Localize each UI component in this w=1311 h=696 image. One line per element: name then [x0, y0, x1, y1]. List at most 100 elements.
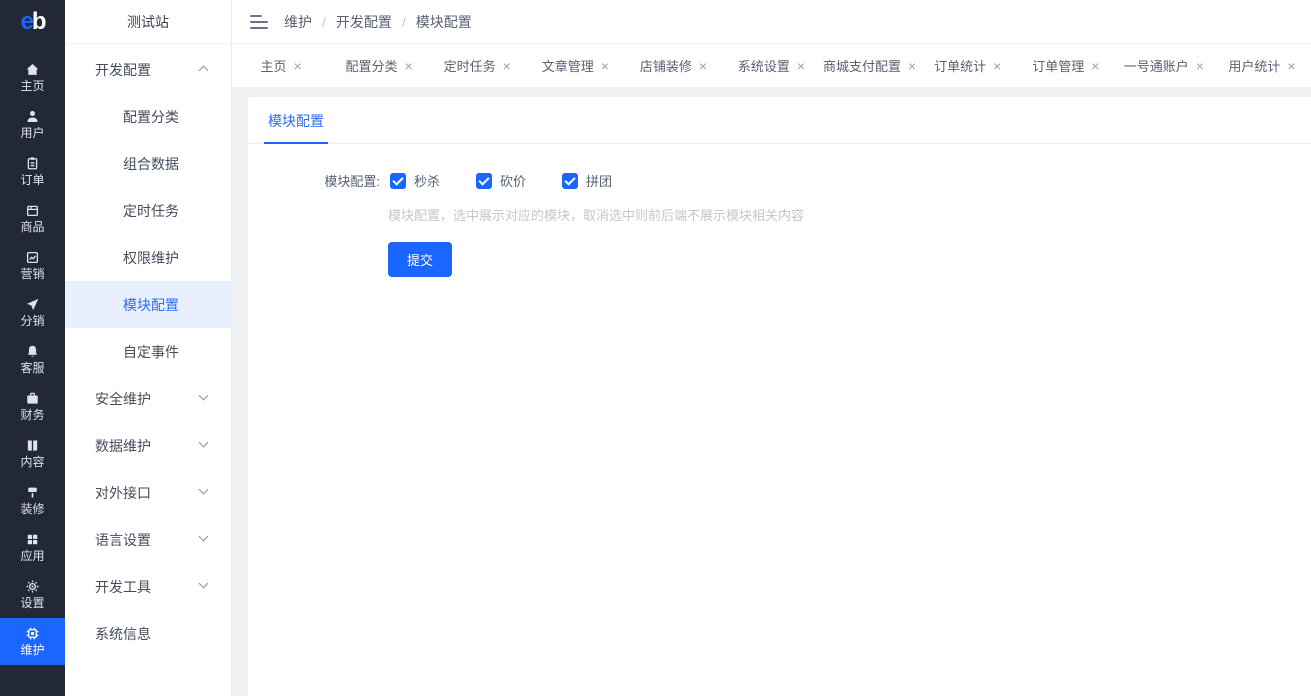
sidebar-item-language-settings[interactable]: 语言设置	[65, 516, 231, 563]
rail-item-label: 财务	[20, 408, 44, 422]
tab-module-config[interactable]: 模块配置	[264, 97, 328, 144]
rail-item-finance[interactable]: 财务	[0, 383, 65, 430]
brand-logo: eb	[0, 0, 65, 44]
submit-button[interactable]: 提交	[388, 242, 452, 277]
sidebar-item-scheduled-tasks[interactable]: 定时任务	[65, 187, 231, 234]
book-icon	[25, 438, 40, 453]
breadcrumb-item[interactable]: 开发配置	[336, 12, 392, 32]
brand-logo-e: e	[20, 8, 31, 36]
tab-scheduled-tasks[interactable]: 定时任务 ×	[428, 56, 526, 75]
close-icon[interactable]: ×	[405, 59, 413, 73]
tab-label: 系统设置	[738, 56, 790, 75]
rail-item-goods[interactable]: 商品	[0, 195, 65, 242]
sidebar-item-custom-events[interactable]: 自定事件	[65, 328, 231, 375]
rail-item-marketing[interactable]: 营销	[0, 242, 65, 289]
tab-label: 订单管理	[1032, 56, 1084, 75]
sidebar-item-label: 系统信息	[95, 624, 151, 644]
user-icon	[25, 109, 40, 124]
rail-item-settings[interactable]: 设置	[0, 571, 65, 618]
chip-icon	[25, 626, 40, 641]
rail-item-home[interactable]: 主页	[0, 54, 65, 101]
checkbox-label[interactable]: 秒杀	[414, 171, 440, 190]
tab-user-stats[interactable]: 用户统计×	[1213, 56, 1311, 75]
home-icon	[25, 62, 40, 77]
chevron-down-icon	[199, 579, 209, 589]
secondary-sidebar: 测试站 开发配置 配置分类 组合数据 定时任务 权限维护 模块配置 自定事件	[65, 0, 232, 696]
tab-order-manage[interactable]: 订单管理 ×	[1017, 56, 1115, 75]
rail-item-orders[interactable]: 订单	[0, 148, 65, 195]
rail-item-content[interactable]: 内容	[0, 430, 65, 477]
sidebar-item-security-maintain[interactable]: 安全维护	[65, 375, 231, 422]
tab-label: 商城支付配置	[823, 56, 901, 75]
collapse-menu-icon[interactable]	[250, 15, 268, 29]
gear-icon	[25, 579, 40, 594]
main-area: 维护 / 开发配置 / 模块配置 主页× 配置分类× 定时任务× 文章管理× 店…	[232, 0, 1311, 696]
tab-system-settings[interactable]: 系统设置 ×	[722, 56, 820, 75]
rail-item-label: 订单	[20, 173, 44, 187]
rail-item-label: 维护	[20, 643, 44, 657]
checkbox-checked-icon[interactable]	[562, 173, 578, 189]
sidebar-item-combined-data[interactable]: 组合数据	[65, 140, 231, 187]
rail-item-users[interactable]: 用户	[0, 101, 65, 148]
close-icon[interactable]: ×	[1091, 59, 1099, 73]
rail-item-apps[interactable]: 应用	[0, 524, 65, 571]
tab-home[interactable]: 主页×	[232, 56, 330, 75]
sidebar-item-label: 数据维护	[95, 436, 151, 456]
form-label: 模块配置:	[322, 171, 380, 190]
rail-item-distribution[interactable]: 分销	[0, 289, 65, 336]
sidebar-menu: 开发配置 配置分类 组合数据 定时任务 权限维护 模块配置 自定事件 安全	[65, 44, 231, 657]
rail-item-decorate[interactable]: 装修	[0, 477, 65, 524]
form-help-text: 模块配置，选中展示对应的模块，取消选中则前后端不展示模块相关内容	[388, 205, 1311, 224]
rail-item-label: 主页	[20, 79, 44, 93]
tab-shop-decorate[interactable]: 店铺装修×	[624, 56, 722, 75]
content-area: 模块配置 模块配置: 秒杀 砍价	[232, 88, 1311, 696]
tab-label: 订单统计	[934, 56, 986, 75]
checkbox-label[interactable]: 拼团	[586, 171, 612, 190]
close-icon[interactable]: ×	[993, 59, 1001, 73]
close-icon[interactable]: ×	[601, 59, 609, 73]
close-icon[interactable]: ×	[1287, 59, 1295, 73]
tab-article-manage[interactable]: 文章管理×	[526, 56, 624, 75]
sidebar-item-config-category[interactable]: 配置分类	[65, 93, 231, 140]
module-config-row: 模块配置: 秒杀 砍价 拼团	[322, 171, 1311, 190]
tab-mall-payment-config[interactable]: 商城支付配置 ×	[821, 56, 919, 75]
checkbox-checked-icon[interactable]	[476, 173, 492, 189]
grid-icon	[25, 532, 40, 547]
rail-item-label: 设置	[20, 596, 44, 610]
send-icon	[25, 297, 40, 312]
module-config-card: 模块配置 模块配置: 秒杀 砍价	[248, 97, 1311, 696]
sidebar-item-module-config[interactable]: 模块配置	[65, 281, 231, 328]
close-icon[interactable]: ×	[797, 59, 805, 73]
breadcrumb-item[interactable]: 维护	[284, 12, 312, 32]
close-icon[interactable]: ×	[293, 59, 301, 73]
checkbox-seckill[interactable]: 秒杀	[390, 171, 440, 190]
sidebar-item-external-api[interactable]: 对外接口	[65, 469, 231, 516]
rail-item-label: 营销	[20, 267, 44, 281]
sidebar-item-dev-config[interactable]: 开发配置	[65, 46, 231, 93]
sidebar-item-label: 安全维护	[95, 389, 151, 409]
sidebar-item-dev-tools[interactable]: 开发工具	[65, 563, 231, 610]
rail-item-label: 分销	[20, 314, 44, 328]
tab-yihaotong-account[interactable]: 一号通账户×	[1115, 56, 1213, 75]
sidebar-item-permission-maintain[interactable]: 权限维护	[65, 234, 231, 281]
checkbox-label[interactable]: 砍价	[500, 171, 526, 190]
close-icon[interactable]: ×	[908, 59, 916, 73]
rail-item-label: 应用	[20, 549, 44, 563]
chevron-down-icon	[199, 438, 209, 448]
rail-item-customer-service[interactable]: 客服	[0, 336, 65, 383]
tab-label: 定时任务	[444, 56, 496, 75]
rail-item-maintain[interactable]: 维护	[0, 618, 65, 665]
checkbox-bargain[interactable]: 砍价	[476, 171, 526, 190]
close-icon[interactable]: ×	[1196, 59, 1204, 73]
close-icon[interactable]: ×	[699, 59, 707, 73]
checkbox-group-buy[interactable]: 拼团	[562, 171, 612, 190]
sidebar-item-data-maintain[interactable]: 数据维护	[65, 422, 231, 469]
close-icon[interactable]: ×	[503, 59, 511, 73]
checkbox-checked-icon[interactable]	[390, 173, 406, 189]
rail-item-label: 内容	[20, 455, 44, 469]
brand-logo-b: b	[32, 8, 45, 36]
sidebar-item-system-info[interactable]: 系统信息	[65, 610, 231, 657]
tab-order-stats[interactable]: 订单统计 ×	[919, 56, 1017, 75]
tab-config-category[interactable]: 配置分类×	[330, 56, 428, 75]
breadcrumb-item[interactable]: 模块配置	[416, 12, 472, 32]
